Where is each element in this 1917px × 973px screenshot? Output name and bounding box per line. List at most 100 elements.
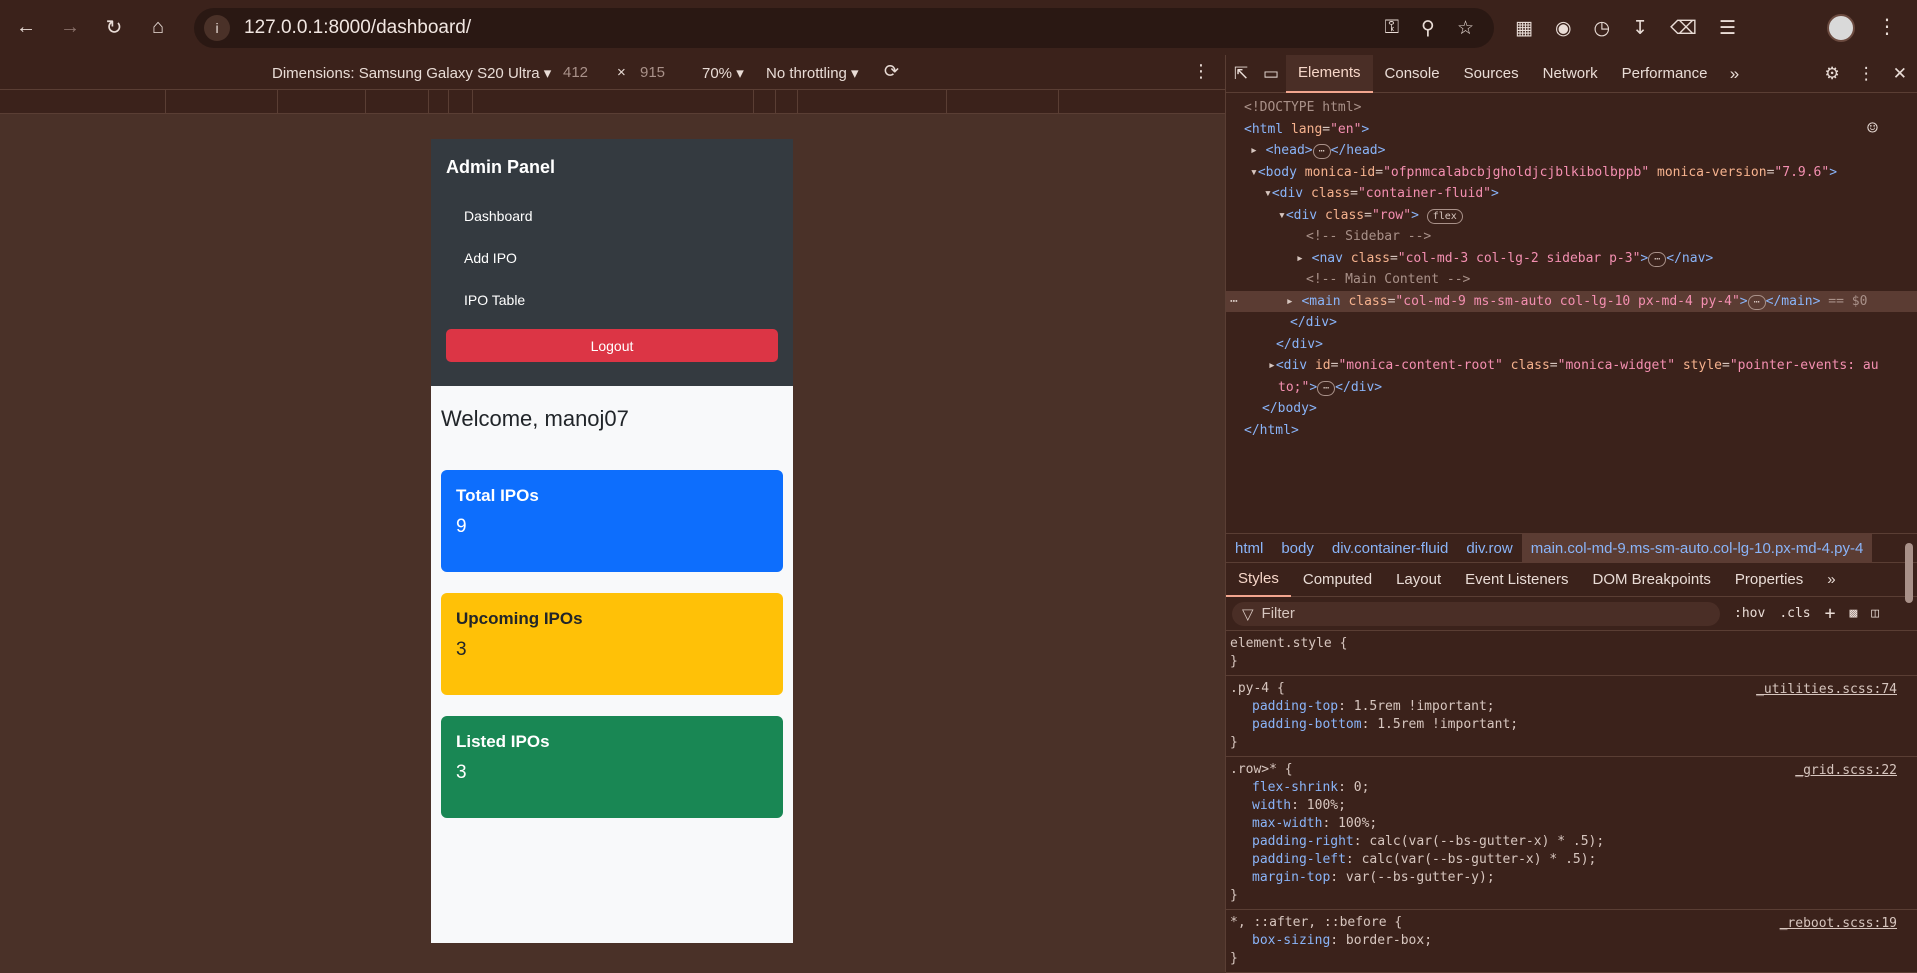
device-height-input[interactable]: 915 bbox=[640, 64, 665, 81]
dom-node[interactable]: ▾<div class="row"> flex bbox=[1226, 205, 1917, 227]
dom-node[interactable]: <!-- Main Content --> bbox=[1226, 269, 1917, 291]
css-property[interactable]: max-width bbox=[1252, 816, 1322, 831]
css-source-link[interactable]: _utilities.scss:74 bbox=[1756, 682, 1897, 697]
ruler-tick[interactable] bbox=[165, 90, 166, 114]
password-key-icon[interactable]: ⚿ bbox=[1385, 17, 1399, 39]
css-declaration[interactable]: padding-right: calc(var(--bs-gutter-x) *… bbox=[1230, 833, 1911, 851]
throttling-select[interactable]: No throttling ▾ bbox=[766, 64, 859, 82]
tab-event-listeners[interactable]: Event Listeners bbox=[1453, 563, 1580, 597]
inspect-element-icon[interactable]: ⇱ bbox=[1226, 55, 1256, 93]
ruler-tick[interactable] bbox=[448, 90, 449, 114]
css-property[interactable]: padding-right bbox=[1252, 834, 1354, 849]
url-text[interactable]: 127.0.0.1:8000/dashboard/ bbox=[244, 17, 471, 39]
tab-elements[interactable]: Elements bbox=[1286, 54, 1373, 93]
sidebar-link-dashboard[interactable]: Dashboard bbox=[446, 195, 778, 237]
device-toggle-icon[interactable]: ▭ bbox=[1256, 55, 1286, 93]
dom-node[interactable]: ▸ <nav class="col-md-3 col-lg-2 sidebar … bbox=[1226, 248, 1917, 270]
sidebar-link-add-ipo[interactable]: Add IPO bbox=[446, 237, 778, 279]
close-icon[interactable]: ✕ bbox=[1893, 64, 1907, 84]
css-declaration[interactable]: padding-top: 1.5rem !important; bbox=[1230, 698, 1911, 716]
sidebar-toggle-icon[interactable]: ◫ bbox=[1871, 606, 1879, 621]
css-property[interactable]: box-sizing bbox=[1252, 933, 1330, 948]
dom-node[interactable]: </div> bbox=[1226, 334, 1917, 356]
reload-icon[interactable]: ↻ bbox=[96, 10, 132, 46]
css-value[interactable]: : 0; bbox=[1338, 780, 1369, 795]
tab-computed[interactable]: Computed bbox=[1291, 563, 1384, 597]
dom-node[interactable]: </body> bbox=[1226, 398, 1917, 420]
ruler-tick[interactable] bbox=[428, 90, 429, 114]
browser-menu-icon[interactable]: ⋮ bbox=[1877, 14, 1897, 39]
translate-icon[interactable]: ☰ bbox=[1719, 17, 1736, 40]
site-info-icon[interactable]: i bbox=[204, 15, 230, 41]
device-select[interactable]: Dimensions: Samsung Galaxy S20 Ultra ▾ bbox=[272, 64, 551, 82]
breadcrumb-item[interactable]: body bbox=[1272, 533, 1323, 563]
hover-state-toggle[interactable]: :hov bbox=[1734, 606, 1765, 621]
dom-node[interactable]: ▸<div id="monica-content-root" class="mo… bbox=[1226, 355, 1917, 377]
delete-icon[interactable]: ⌫ bbox=[1670, 17, 1697, 40]
bookmark-star-icon[interactable]: ☆ bbox=[1457, 17, 1474, 40]
css-selector[interactable]: element.style { bbox=[1230, 635, 1911, 653]
css-value[interactable]: : 1.5rem !important; bbox=[1338, 699, 1495, 714]
css-value[interactable]: : var(--bs-gutter-y); bbox=[1330, 870, 1494, 885]
dom-node[interactable]: </html> bbox=[1226, 420, 1917, 442]
tab-layout[interactable]: Layout bbox=[1384, 563, 1453, 597]
download-icon[interactable]: ↧ bbox=[1632, 17, 1648, 40]
css-value[interactable]: : 100%; bbox=[1291, 798, 1346, 813]
css-declaration[interactable]: max-width: 100%; bbox=[1230, 815, 1911, 833]
css-declaration[interactable]: padding-left: calc(var(--bs-gutter-x) * … bbox=[1230, 851, 1911, 869]
ruler-tick[interactable] bbox=[1058, 90, 1059, 114]
sidebar-link-ipo-table[interactable]: IPO Table bbox=[446, 279, 778, 321]
ruler-tick[interactable] bbox=[775, 90, 776, 114]
tab-console[interactable]: Console bbox=[1373, 55, 1452, 93]
device-toolbar-menu-icon[interactable]: ⋮ bbox=[1192, 61, 1210, 82]
css-declaration[interactable]: box-sizing: border-box; bbox=[1230, 932, 1911, 950]
css-property[interactable]: width bbox=[1252, 798, 1291, 813]
dom-node[interactable]: ▾<body monica-id="ofpnmcalabcbjgholdjcjb… bbox=[1226, 162, 1917, 184]
history-icon[interactable]: ◷ bbox=[1594, 17, 1611, 40]
css-property[interactable]: padding-top bbox=[1252, 699, 1338, 714]
dom-node[interactable]: ▾<div class="container-fluid"> bbox=[1226, 183, 1917, 205]
breadcrumb-item[interactable]: html bbox=[1226, 533, 1272, 563]
incognito-icon[interactable]: ◉ bbox=[1555, 17, 1572, 40]
styles-filter-input[interactable]: ▽ Filter bbox=[1232, 601, 1720, 626]
ruler-tick[interactable] bbox=[753, 90, 754, 114]
tab-network[interactable]: Network bbox=[1531, 55, 1610, 93]
css-declaration[interactable]: margin-top: var(--bs-gutter-y); bbox=[1230, 869, 1911, 887]
css-property[interactable]: padding-left bbox=[1252, 852, 1346, 867]
dom-node-selected[interactable]: ⋯ ▸ <main class="col-md-9 ms-sm-auto col-… bbox=[1226, 290, 1917, 312]
dom-node[interactable]: <html lang="en"> bbox=[1226, 119, 1917, 141]
zoom-icon[interactable]: ⚲ bbox=[1421, 17, 1435, 40]
logout-button[interactable]: Logout bbox=[446, 329, 778, 362]
css-source-link[interactable]: _reboot.scss:19 bbox=[1780, 916, 1897, 931]
tab-properties[interactable]: Properties bbox=[1723, 563, 1815, 597]
dom-node[interactable]: <!DOCTYPE html> bbox=[1226, 97, 1917, 119]
zoom-select[interactable]: 70% ▾ bbox=[702, 64, 744, 82]
forward-icon[interactable]: → bbox=[52, 10, 88, 46]
tab-sources[interactable]: Sources bbox=[1452, 55, 1531, 93]
tab-dom-breakpoints[interactable]: DOM Breakpoints bbox=[1581, 563, 1723, 597]
ruler-tick[interactable] bbox=[946, 90, 947, 114]
accessibility-icon[interactable]: ☺ bbox=[1867, 118, 1889, 140]
css-value[interactable]: : 1.5rem !important; bbox=[1362, 717, 1519, 732]
css-property[interactable]: margin-top bbox=[1252, 870, 1330, 885]
new-rule-icon[interactable]: + bbox=[1825, 603, 1836, 624]
class-toggle[interactable]: .cls bbox=[1779, 606, 1810, 621]
devtools-menu-icon[interactable]: ⋮ bbox=[1858, 64, 1875, 84]
dom-node[interactable]: to;"> ⋯ </div> bbox=[1226, 377, 1917, 399]
address-bar[interactable]: i 127.0.0.1:8000/dashboard/ ⚿ ⚲ ☆ bbox=[194, 8, 1494, 48]
css-value[interactable]: : calc(var(--bs-gutter-x) * .5); bbox=[1354, 834, 1604, 849]
breadcrumb-item[interactable]: div.row bbox=[1457, 533, 1521, 563]
css-declaration[interactable]: width: 100%; bbox=[1230, 797, 1911, 815]
css-property[interactable]: flex-shrink bbox=[1252, 780, 1338, 795]
css-source-link[interactable]: _grid.scss:22 bbox=[1795, 763, 1897, 778]
css-property[interactable]: padding-bottom bbox=[1252, 717, 1362, 732]
back-icon[interactable]: ← bbox=[8, 10, 44, 46]
css-value[interactable]: : border-box; bbox=[1330, 933, 1432, 948]
device-width-input[interactable]: 412 bbox=[563, 64, 588, 81]
dom-node[interactable]: <!-- Sidebar --> bbox=[1226, 226, 1917, 248]
tab-styles[interactable]: Styles bbox=[1226, 563, 1291, 597]
more-tabs-icon[interactable]: » bbox=[1720, 55, 1750, 93]
breadcrumb-item-active[interactable]: main.col-md-9.ms-sm-auto.col-lg-10.px-md… bbox=[1521, 533, 1873, 563]
ruler-tick[interactable] bbox=[797, 90, 798, 114]
css-declaration[interactable]: flex-shrink: 0; bbox=[1230, 779, 1911, 797]
